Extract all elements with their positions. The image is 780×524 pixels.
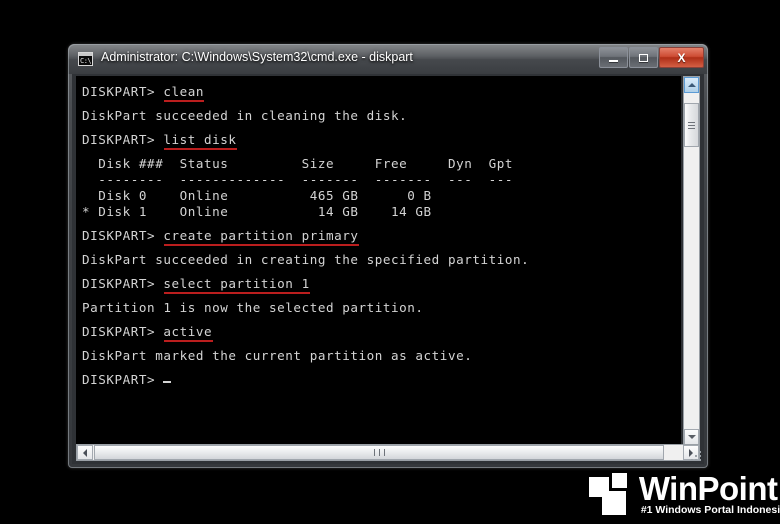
command-underline [163,244,360,246]
command-underline [163,148,238,150]
winpoint-logo-text: WinPoint #1 Windows Portal Indonesia [638,469,780,516]
console-line-text: DiskPart succeeded in cleaning the disk. [82,108,408,123]
console-line-text: DISKPART> [82,372,164,387]
console-line-text: DISKPART> active [82,324,213,339]
console-line: DISKPART> create partition primary [82,224,529,248]
winpoint-logo-icon [588,473,635,515]
console-frame: DISKPART> clean DiskPart succeeded in cle… [72,74,704,464]
minimize-icon [600,48,627,67]
console-line: Disk 0 Online 465 GB 0 B [82,184,529,203]
console-line: DISKPART> select partition 1 [82,272,529,296]
close-button[interactable]: X [659,47,704,68]
chevron-up-icon [687,83,696,87]
scroll-left-button[interactable] [77,445,93,460]
winpoint-tagline: #1 Windows Portal Indonesia [640,503,780,516]
console-line: DISKPART> [82,368,529,392]
scroll-up-button[interactable] [684,77,699,93]
console-line: Disk ### Status Size Free Dyn Gpt [82,152,529,171]
console-line-text: DISKPART> create partition primary [82,228,359,243]
console-line: DiskPart marked the current partition as… [82,344,529,368]
window-title: Administrator: C:\Windows\System32\cmd.e… [101,50,413,64]
minimize-button[interactable] [599,47,628,68]
chevron-left-icon [83,448,87,457]
scrollbar-grip-icon [688,120,695,131]
maximize-icon [630,48,657,67]
console-line-text: * Disk 1 Online 14 GB 14 GB [82,204,432,219]
scroll-down-button[interactable] [684,429,699,445]
close-icon: X [677,50,686,65]
command-underline [163,292,311,294]
scrollbar-grip-icon [372,449,387,456]
console-line: DISKPART> active [82,320,529,344]
vertical-scrollbar-thumb[interactable] [684,103,699,147]
cmd-window[interactable]: C:\ Administrator: C:\Windows\System32\c… [68,44,708,468]
console-line-text: Partition 1 is now the selected partitio… [82,300,424,315]
command-underline [163,340,213,342]
caption-buttons: X [598,47,704,68]
horizontal-scrollbar[interactable] [76,444,700,461]
console-output-area[interactable]: DISKPART> clean DiskPart succeeded in cle… [76,76,681,446]
console-text-buffer: DISKPART> clean DiskPart succeeded in cle… [82,80,529,392]
winpoint-brand: WinPoint [638,469,778,507]
window-titlebar[interactable]: C:\ Administrator: C:\Windows\System32\c… [68,44,708,74]
cmd-icon-prompt-text: C:\ [80,57,92,65]
chevron-down-icon [687,435,696,439]
console-line: DiskPart succeeded in cleaning the disk. [82,104,529,128]
console-line: DiskPart succeeded in creating the speci… [82,248,529,272]
console-line-text: DiskPart succeeded in creating the speci… [82,252,530,267]
console-line: DISKPART> list disk [82,128,529,152]
resize-grip[interactable] [689,449,701,461]
console-line: Partition 1 is now the selected partitio… [82,296,529,320]
vertical-scrollbar[interactable] [683,76,700,446]
text-cursor [163,381,172,383]
console-line: * Disk 1 Online 14 GB 14 GB [82,200,529,224]
console-line-text: DiskPart marked the current partition as… [82,348,473,363]
cmd-console-icon[interactable]: C:\ [78,52,93,66]
winpoint-watermark: WinPoint #1 Windows Portal Indonesia [588,469,780,518]
command-underline [163,100,205,102]
console-line-text: DISKPART> select partition 1 [82,276,310,291]
cmd-icon-titlebar-strip [79,53,92,56]
console-line: DISKPART> clean [82,80,529,104]
horizontal-scrollbar-thumb[interactable] [94,445,664,460]
console-line: -------- ------------- ------- ------- -… [82,168,529,187]
maximize-button[interactable] [629,47,658,68]
console-line-text: DISKPART> clean [82,84,204,99]
console-line-text: DISKPART> list disk [82,132,237,147]
